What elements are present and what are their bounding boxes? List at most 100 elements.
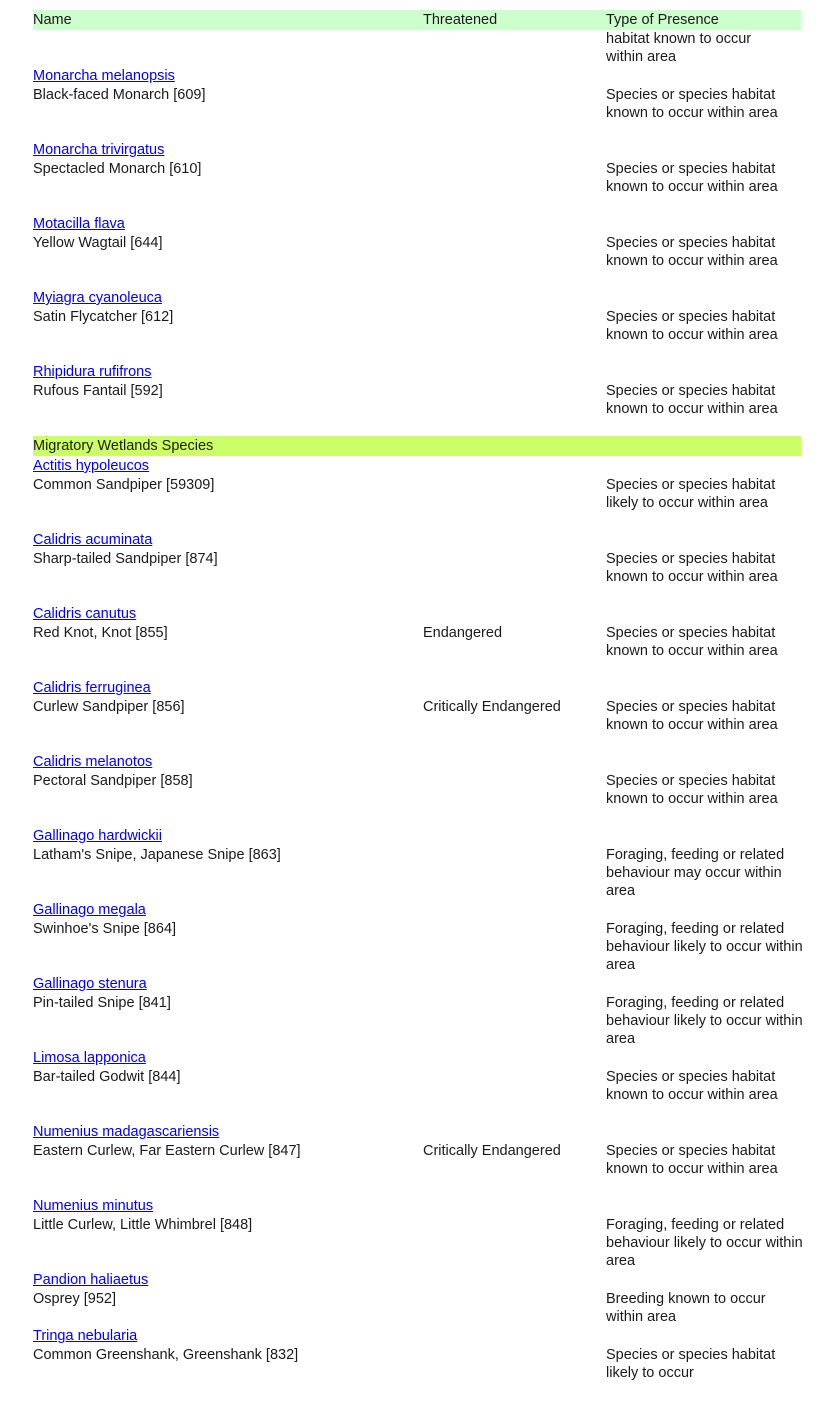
species-details: Osprey [952] Breeding known to occur with…: [33, 1290, 801, 1325]
table-row: Limosa lapponica Bar-tailed Godwit [844] S…: [33, 1048, 801, 1122]
threatened-status: Endangered: [423, 625, 503, 641]
species-link[interactable]: Calidris acuminata: [33, 530, 801, 550]
species-details: Bar-tailed Godwit [844] Species or specie…: [33, 1068, 801, 1103]
species-link[interactable]: Gallinago hardwickii: [33, 826, 801, 846]
table-row: Monarcha melanopsis Black-faced Monarch […: [33, 66, 801, 140]
species-link[interactable]: Pandion haliaetus: [33, 1270, 801, 1290]
species-group: Monarcha melanopsis Black-faced Monarch […: [33, 66, 801, 436]
presence-type: Species or species habitat known to occu…: [606, 309, 778, 343]
species-link[interactable]: Calidris canutus: [33, 604, 801, 624]
species-details: Pin-tailed Snipe [841] Foraging, feeding …: [33, 994, 803, 1047]
species-link[interactable]: Gallinago stenura: [33, 974, 801, 994]
presence-type: Species or species habitat known to occu…: [606, 383, 778, 417]
species-details: Sharp-tailed Sandpiper [874] Species or s…: [33, 550, 801, 585]
presence-type: Foraging, feeding or related behaviour l…: [606, 921, 803, 973]
species-details: Little Curlew, Little Whimbrel [848] Fora…: [33, 1216, 803, 1269]
presence-type: Species or species habitat likely to occ…: [606, 477, 776, 511]
table-row: Gallinago hardwickii Latham's Snipe, Japa…: [33, 826, 801, 900]
table-row: Gallinago stenura Pin-tailed Snipe [841] F…: [33, 974, 803, 1048]
species-details: Curlew Sandpiper [856] Critically Endange…: [33, 698, 801, 733]
species-link[interactable]: Limosa lapponica: [33, 1048, 801, 1068]
threatened-status: Critically Endangered: [423, 699, 561, 715]
presence-type: Species or species habitat known to occu…: [606, 87, 778, 121]
common-name: Osprey [952]: [33, 1291, 117, 1307]
table-row: Calidris canutus Red Knot, Knot [855] Enda…: [33, 604, 801, 678]
table-row: Motacilla flava Yellow Wagtail [644] Speci…: [33, 214, 801, 288]
species-details: Latham's Snipe, Japanese Snipe [863] Fora…: [33, 846, 801, 899]
column-header-threatened: Threatened: [423, 12, 498, 28]
species-link[interactable]: Actitis hypoleucos: [33, 456, 801, 476]
species-group: Actitis hypoleucos Common Sandpiper [5930…: [33, 456, 803, 1400]
table-row: Gallinago megala Swinhoe's Snipe [864] For…: [33, 900, 803, 974]
table-row: Numenius minutus Little Curlew, Little Wh…: [33, 1196, 803, 1270]
table-row: Monarcha trivirgatus Spectacled Monarch […: [33, 140, 801, 214]
common-name: Sharp-tailed Sandpiper [874]: [33, 551, 218, 567]
species-details: Common Sandpiper [59309] Species or speci…: [33, 476, 801, 511]
common-name: Swinhoe's Snipe [864]: [33, 921, 177, 937]
species-details: Black-faced Monarch [609] Species or spec…: [33, 86, 801, 121]
common-name: Latham's Snipe, Japanese Snipe [863]: [33, 847, 281, 863]
common-name: Common Sandpiper [59309]: [33, 477, 215, 493]
presence-type: Species or species habitat known to occu…: [606, 773, 778, 807]
presence-type: Species or species habitat known to occu…: [606, 161, 778, 195]
common-name: Common Greenshank, Greenshank [832]: [33, 1347, 299, 1363]
species-link[interactable]: Numenius madagascariensis: [33, 1122, 801, 1142]
species-link[interactable]: Gallinago megala: [33, 900, 801, 920]
section-title: Migratory Wetlands Species: [33, 438, 214, 454]
presence-type: Foraging, feeding or related behaviour l…: [606, 1217, 803, 1269]
species-link[interactable]: Monarcha melanopsis: [33, 66, 801, 86]
presence-type: Breeding known to occur within area: [606, 1291, 766, 1325]
species-link[interactable]: Monarcha trivirgatus: [33, 140, 801, 160]
common-name: Pectoral Sandpiper [858]: [33, 773, 193, 789]
section-header-migratory-wetlands: Migratory Wetlands Species: [33, 436, 801, 456]
presence-type: Species or species habitat known to occu…: [606, 699, 778, 733]
column-header-presence: Type of Presence: [606, 12, 719, 28]
common-name: Black-faced Monarch [609]: [33, 87, 206, 103]
presence-type: Species or species habitat known to occu…: [606, 1143, 778, 1177]
table-row: Calidris acuminata Sharp-tailed Sandpiper…: [33, 530, 801, 604]
species-details: Swinhoe's Snipe [864] Foraging, feeding o…: [33, 920, 803, 973]
common-name: Spectacled Monarch [610]: [33, 161, 202, 177]
common-name: Red Knot, Knot [855]: [33, 625, 168, 641]
species-details: Eastern Curlew, Far Eastern Curlew [847]…: [33, 1142, 801, 1177]
species-link[interactable]: Calidris melanotos: [33, 752, 801, 772]
common-name: Curlew Sandpiper [856]: [33, 699, 185, 715]
species-details: Common Greenshank, Greenshank [832] Speci…: [33, 1346, 801, 1381]
presence-type: Species or species habitat known to occu…: [606, 235, 778, 269]
common-name: Yellow Wagtail [644]: [33, 235, 163, 251]
species-link[interactable]: Calidris ferruginea: [33, 678, 801, 698]
presence-type: Species or species habitat known to occu…: [606, 1069, 778, 1103]
presence-type: Foraging, feeding or related behaviour m…: [606, 847, 785, 899]
presence-type: Foraging, feeding or related behaviour l…: [606, 995, 803, 1047]
threatened-status: Critically Endangered: [423, 1143, 561, 1159]
species-link[interactable]: Numenius minutus: [33, 1196, 801, 1216]
table-header: Name Threatened Type of Presence: [33, 10, 801, 30]
common-name: Bar-tailed Godwit [844]: [33, 1069, 181, 1085]
table-row: Tringa nebularia Common Greenshank, Green…: [33, 1326, 801, 1400]
table-row: Calidris ferruginea Curlew Sandpiper [856…: [33, 678, 801, 752]
column-header-name: Name: [33, 12, 72, 28]
table-row: Pandion haliaetus Osprey [952] Breeding kn…: [33, 1270, 801, 1326]
species-link[interactable]: Myiagra cyanoleuca: [33, 288, 801, 308]
table-row: Numenius madagascariensis Eastern Curlew,…: [33, 1122, 801, 1196]
species-details: Yellow Wagtail [644] Species or species h…: [33, 234, 801, 269]
species-link[interactable]: Motacilla flava: [33, 214, 801, 234]
continued-row: habitat known to occur within area: [33, 30, 801, 66]
continued-presence: habitat known to occur within area: [606, 31, 752, 65]
species-details: Red Knot, Knot [855] Endangered Species or…: [33, 624, 801, 659]
presence-type: Species or species habitat likely to occ…: [606, 1347, 776, 1381]
common-name: Little Curlew, Little Whimbrel [848]: [33, 1217, 253, 1233]
table-row: Calidris melanotos Pectoral Sandpiper [85…: [33, 752, 801, 826]
common-name: Satin Flycatcher [612]: [33, 309, 174, 325]
species-table: Name Threatened Type of Presence habitat…: [33, 10, 803, 1400]
species-details: Rufous Fantail [592] Species or species h…: [33, 382, 801, 417]
species-link[interactable]: Rhipidura rufifrons: [33, 362, 801, 382]
presence-type: Species or species habitat known to occu…: [606, 625, 778, 659]
species-details: Pectoral Sandpiper [858] Species or speci…: [33, 772, 801, 807]
species-link[interactable]: Tringa nebularia: [33, 1326, 801, 1346]
common-name: Pin-tailed Snipe [841]: [33, 995, 171, 1011]
common-name: Rufous Fantail [592]: [33, 383, 163, 399]
presence-type: Species or species habitat known to occu…: [606, 551, 778, 585]
species-details: Satin Flycatcher [612] Species or species…: [33, 308, 801, 343]
table-row: Rhipidura rufifrons Rufous Fantail [592] S…: [33, 362, 801, 436]
